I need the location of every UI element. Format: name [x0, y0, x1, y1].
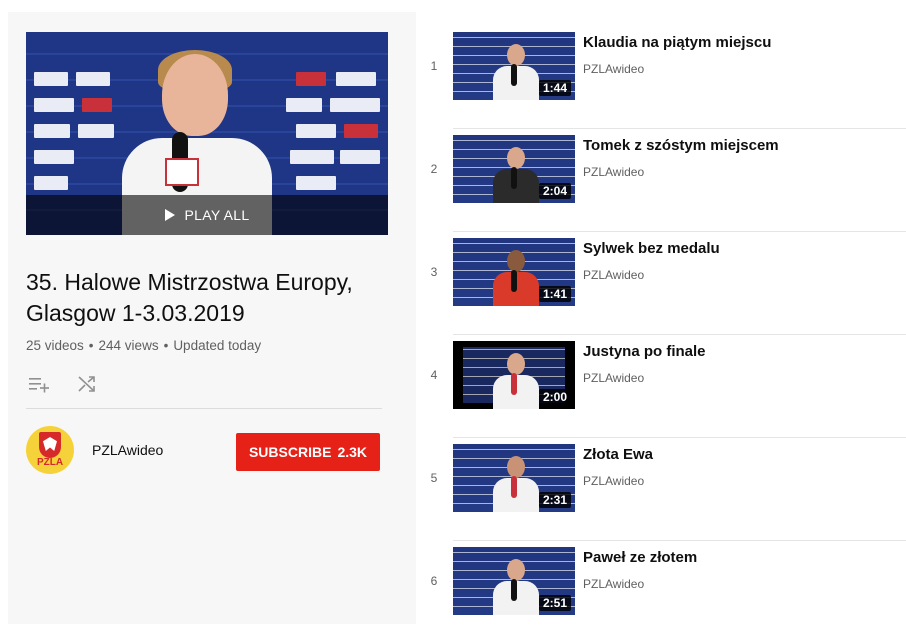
video-duration: 2:51 [538, 595, 571, 611]
channel-avatar[interactable]: PZLA [26, 426, 74, 474]
sponsor-logo [34, 124, 70, 138]
sponsor-logo [34, 176, 68, 190]
sponsor-logo [34, 98, 74, 112]
video-duration: 1:44 [538, 80, 571, 96]
video-title[interactable]: Złota Ewa [583, 446, 653, 463]
sponsor-logo [296, 124, 336, 138]
playlist-video-list: 1 1:44 Klaudia na piątym miejscu PZLAwid… [422, 26, 906, 644]
sidebar-divider [26, 408, 382, 409]
video-index: 2 [430, 162, 438, 176]
stats-separator: • [88, 338, 94, 353]
video-channel[interactable]: PZLAwideo [583, 268, 644, 282]
avatar-logo-text: PZLA [36, 457, 64, 468]
list-item[interactable]: 4 2:00 Justyna po finale PZLAwideo [422, 335, 906, 438]
video-channel[interactable]: PZLAwideo [583, 165, 644, 179]
video-thumbnail[interactable]: 2:51 [453, 547, 575, 615]
video-duration: 2:31 [538, 492, 571, 508]
channel-name[interactable]: PZLAwideo [92, 442, 163, 458]
sponsor-logo [296, 72, 326, 86]
playlist-hero-thumbnail[interactable]: PLAY ALL [26, 32, 388, 235]
sponsor-logo [76, 72, 110, 86]
video-title[interactable]: Tomek z szóstym miejscem [583, 137, 779, 154]
play-icon [164, 209, 175, 221]
list-item[interactable]: 1 1:44 Klaudia na piątym miejscu PZLAwid… [422, 26, 906, 129]
video-index: 1 [430, 59, 438, 73]
video-thumbnail[interactable]: 2:04 [453, 135, 575, 203]
sponsor-logo [78, 124, 114, 138]
video-channel[interactable]: PZLAwideo [583, 474, 644, 488]
video-count: 25 videos [26, 338, 84, 353]
video-thumbnail[interactable]: 2:00 [453, 341, 575, 409]
sponsor-logo [330, 98, 380, 112]
video-index: 4 [430, 368, 438, 382]
video-channel[interactable]: PZLAwideo [583, 371, 644, 385]
video-thumbnail[interactable]: 2:31 [453, 444, 575, 512]
video-index: 6 [430, 574, 438, 588]
video-title[interactable]: Paweł ze złotem [583, 549, 697, 566]
sponsor-logo [34, 72, 68, 86]
list-item[interactable]: 3 1:41 Sylwek bez medalu PZLAwideo [422, 232, 906, 335]
subscribe-button[interactable]: SUBSCRIBE 2.3K [236, 433, 380, 471]
channel-info: PZLA PZLAwideo [26, 426, 163, 474]
video-duration: 2:00 [538, 389, 571, 405]
video-index: 3 [430, 265, 438, 279]
sponsor-logo [82, 98, 112, 112]
video-title[interactable]: Justyna po finale [583, 343, 706, 360]
subscriber-count: 2.3K [337, 444, 368, 460]
sponsor-logo [336, 72, 376, 86]
playlist-actions [26, 372, 100, 396]
video-channel[interactable]: PZLAwideo [583, 62, 644, 76]
sponsor-logo [344, 124, 378, 138]
sponsor-logo [290, 150, 334, 164]
sponsor-logo [296, 176, 336, 190]
video-channel[interactable]: PZLAwideo [583, 577, 644, 591]
sponsor-logo [34, 150, 74, 164]
video-title[interactable]: Klaudia na piątym miejscu [583, 34, 771, 51]
add-to-queue-icon[interactable] [26, 372, 52, 396]
playlist-sidebar: PLAY ALL 35. Halowe Mistrzostwa Europy, … [8, 12, 416, 624]
video-duration: 2:04 [538, 183, 571, 199]
video-index: 5 [430, 471, 438, 485]
shuffle-icon[interactable] [74, 372, 100, 396]
updated-text: Updated today [173, 338, 262, 353]
list-item[interactable]: 2 2:04 Tomek z szóstym miejscem PZLAwide… [422, 129, 906, 232]
playlist-title: 35. Halowe Mistrzostwa Europy, Glasgow 1… [26, 269, 353, 326]
sponsor-logo [286, 98, 322, 112]
list-item[interactable]: 6 2:51 Paweł ze złotem PZLAwideo [422, 541, 906, 644]
stats-separator: • [163, 338, 169, 353]
sponsor-logo [340, 150, 380, 164]
play-all-label: PLAY ALL [184, 207, 250, 223]
video-duration: 1:41 [538, 286, 571, 302]
list-item[interactable]: 5 2:31 Złota Ewa PZLAwideo [422, 438, 906, 541]
view-count: 244 views [98, 338, 159, 353]
video-thumbnail[interactable]: 1:44 [453, 32, 575, 100]
playlist-stats: 25 videos • 244 views • Updated today [26, 338, 261, 353]
video-title[interactable]: Sylwek bez medalu [583, 240, 720, 257]
video-thumbnail[interactable]: 1:41 [453, 238, 575, 306]
subscribe-label: SUBSCRIBE [248, 444, 332, 460]
play-all-button[interactable]: PLAY ALL [26, 195, 388, 235]
